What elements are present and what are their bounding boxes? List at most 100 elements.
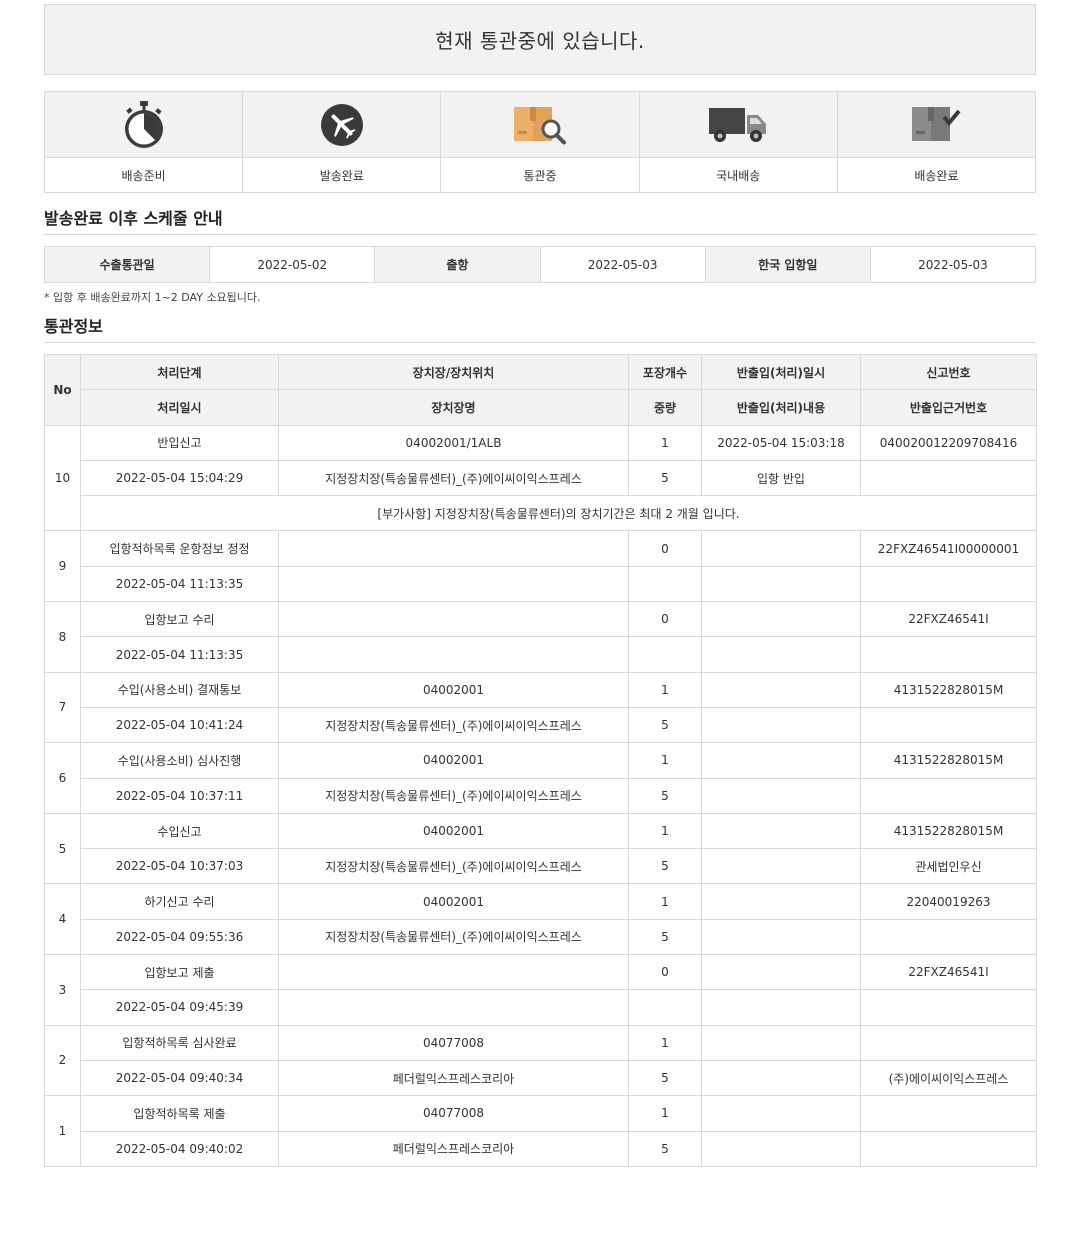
cell-weight: 5: [628, 1059, 702, 1097]
cell-report-no: [860, 1095, 1037, 1132]
customs-section-title: 통관정보: [44, 313, 1036, 343]
cell-weight: 5: [628, 459, 702, 497]
cell-weight: [628, 565, 702, 603]
col-packages: 포장개수: [628, 353, 702, 391]
step-domestic: 국내배송: [639, 92, 838, 192]
cell-weight: [628, 636, 702, 673]
row-number: 1: [44, 1095, 81, 1167]
table-row-note: [부가사항] 지정장치장(특송물류센터)의 장치기간은 최대 2 개월 입니다.: [45, 495, 1037, 532]
cell-inout-basis: 관세법인우신: [860, 848, 1037, 885]
cell-inout-detail: 입항 반입: [701, 459, 861, 497]
row-number: 4: [44, 883, 81, 956]
cell-processed-at: 2022-05-04 10:37:03: [80, 848, 279, 885]
shipping-step-tracker: 배송준비 발송완료 통관중 국내배송 배송완료: [44, 91, 1036, 193]
cell-stage: 입항적하목록 운항정보 정정: [80, 530, 279, 567]
cell-processed-at: 2022-05-04 09:40:34: [80, 1059, 279, 1097]
cell-inout-datetime: [701, 601, 861, 638]
row-number: 7: [44, 671, 81, 744]
cell-weight: 5: [628, 706, 702, 744]
cell-inout-detail: [701, 777, 861, 814]
cell-packages: 1: [628, 1024, 702, 1061]
cell-stage: 반입신고: [80, 424, 279, 461]
header-row-2: 처리일시 장치장명 중량 반출입(처리)내용 반출입근거번호: [45, 389, 1037, 426]
table-row: 1 입항적하목록 제출 04077008 1: [44, 1095, 1037, 1167]
cell-processed-at: 2022-05-04 09:45:39: [80, 989, 279, 1026]
korea-arrival-label: 한국 입항일: [705, 247, 871, 282]
row-number: 3: [44, 954, 81, 1026]
col-report-no: 신고번호: [860, 353, 1037, 391]
step-ready: 배송준비: [45, 92, 244, 192]
cell-location: 04002001: [278, 812, 629, 850]
step-customs: 통관중: [441, 92, 640, 192]
customs-info-table: No 처리단계 장치장/장치위치 포장개수 반출입(처리)일시 신고번호 처리일…: [44, 353, 1037, 1167]
cell-inout-basis: [860, 777, 1037, 814]
header-row-1: No 처리단계 장치장/장치위치 포장개수 반출입(처리)일시 신고번호: [44, 353, 1037, 426]
cell-inout-detail: [701, 848, 861, 885]
table-row: 3 입항보고 제출 0 22FXZ46541I: [44, 954, 1037, 1026]
status-text: 현재 통관중에 있습니다.: [435, 29, 645, 53]
step-delivered: 배송완료: [837, 92, 1036, 192]
cell-location: 04077008: [278, 1024, 629, 1061]
cell-weight: [628, 989, 702, 1026]
table-row: 6 수입(사용소비) 심사진행 04002001 1 4131522828015M: [44, 742, 1037, 814]
cell-weight: 5: [628, 918, 702, 956]
storage-period-note: [부가사항] 지정장치장(특송물류센터)의 장치기간은 최대 2 개월 입니다.: [80, 495, 1037, 532]
cell-inout-basis: [860, 706, 1037, 744]
cell-processed-at: 2022-05-04 15:04:29: [80, 459, 279, 497]
schedule-note: * 입항 후 배송완료까지 1~2 DAY 소요됩니다.: [44, 291, 261, 304]
cell-stage: 수입(사용소비) 심사진행: [80, 742, 279, 779]
cell-location: 04002001: [278, 671, 629, 708]
cell-report-no: 22040019263: [860, 883, 1037, 920]
cell-stage: 입항보고 수리: [80, 601, 279, 638]
step-label-ready: 배송준비: [121, 168, 166, 183]
cell-packages: 1: [628, 883, 702, 920]
cell-warehouse: [278, 989, 629, 1026]
cell-warehouse: 지정장치장(특송물류센터)_(주)에이씨이익스프레스: [278, 777, 629, 814]
cell-packages: 1: [628, 742, 702, 779]
cell-warehouse: 지정장치장(특송물류센터)_(주)에이씨이익스프레스: [278, 918, 629, 956]
cell-packages: 1: [628, 424, 702, 461]
cell-report-no: 4131522828015M: [860, 671, 1037, 708]
cell-inout-datetime: 2022-05-04 15:03:18: [701, 424, 861, 461]
row-number: 2: [44, 1024, 81, 1097]
cell-inout-detail: [701, 1130, 861, 1167]
col-stage: 처리단계: [80, 353, 279, 391]
schedule-section-title: 발송완료 이후 스케줄 안내: [44, 205, 1036, 235]
cell-inout-detail: [701, 636, 861, 673]
cell-report-no: [860, 1024, 1037, 1061]
cell-warehouse: [278, 636, 629, 673]
cell-inout-basis: [860, 636, 1037, 673]
cell-processed-at: 2022-05-04 10:41:24: [80, 706, 279, 744]
cell-inout-detail: [701, 565, 861, 603]
cell-inout-detail: [701, 1059, 861, 1097]
cell-stage: 수입(사용소비) 결재통보: [80, 671, 279, 708]
cell-location: [278, 601, 629, 638]
cell-weight: 5: [628, 777, 702, 814]
col-inout-basis: 반출입근거번호: [860, 389, 1037, 426]
cell-report-no: 040020012209708416: [860, 424, 1037, 461]
table-row: 7 수입(사용소비) 결재통보 04002001 1 4131522828015M: [44, 671, 1037, 744]
cell-processed-at: 2022-05-04 11:13:35: [80, 636, 279, 673]
cell-inout-datetime: [701, 671, 861, 708]
table-row: 2022-05-04 15:04:29 지정장치장(특송물류센터)_(주)에이씨이…: [45, 459, 1037, 497]
cell-stage: 입항적하목록 심사완료: [80, 1024, 279, 1061]
cell-processed-at: 2022-05-04 11:13:35: [80, 565, 279, 603]
cell-report-no: 22FXZ46541I00000001: [860, 530, 1037, 567]
cell-location: 04077008: [278, 1095, 629, 1132]
table-row: 2022-05-04 11:13:35: [45, 636, 1037, 673]
table-row: 10 반입신고 04002001/1ALB 1 2022-05-04 15:03:18 0…: [44, 424, 1037, 532]
cell-processed-at: 2022-05-04 09:55:36: [80, 918, 279, 956]
table-row: 2022-05-04 10:37:03 지정장치장(특송물류센터)_(주)에이씨이…: [45, 848, 1037, 885]
col-no: No: [44, 354, 81, 426]
cell-packages: 0: [628, 601, 702, 638]
cell-inout-detail: [701, 706, 861, 744]
table-row: 2 입항적하목록 심사완료 04077008 1: [44, 1024, 1037, 1097]
cell-inout-datetime: [701, 530, 861, 567]
box-search-icon: [514, 106, 566, 144]
table-row: 2022-05-04 11:13:35: [45, 565, 1037, 603]
cell-inout-detail: [701, 918, 861, 956]
cell-processed-at: 2022-05-04 10:37:11: [80, 777, 279, 814]
table-row: 4 하기신고 수리 04002001 1 22040019263: [44, 883, 1037, 956]
schedule-table: 수출통관일 2022-05-02 출항 2022-05-03 한국 입항일 20…: [44, 246, 1036, 283]
cell-packages: 1: [628, 812, 702, 850]
